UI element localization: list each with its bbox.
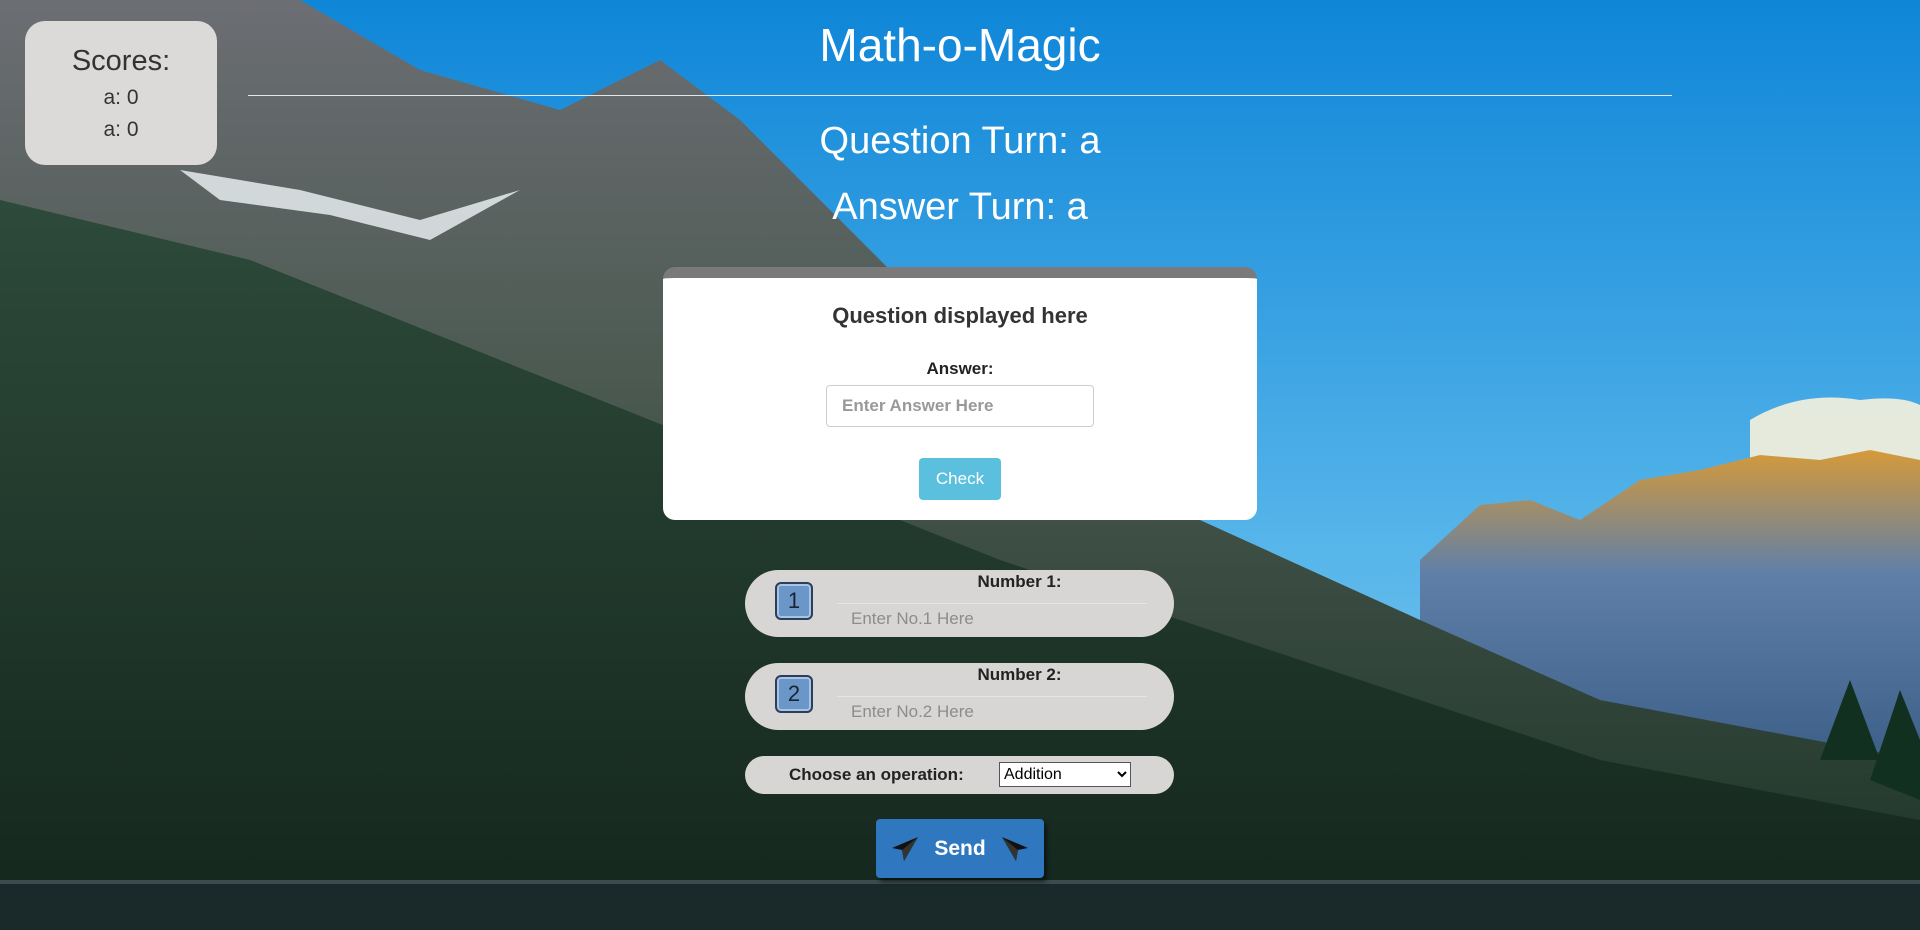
- send-label: Send: [934, 836, 986, 860]
- operation-select[interactable]: Addition: [999, 762, 1131, 787]
- paper-plane-icon: [1001, 836, 1028, 861]
- number1-input[interactable]: [837, 603, 1147, 633]
- answer-label: Answer:: [926, 359, 994, 378]
- number1-group: 1 Number 1:: [745, 570, 1174, 637]
- operation-label: Choose an operation:: [789, 765, 964, 784]
- number2-group: 2 Number 2:: [745, 663, 1174, 730]
- number2-label: Number 2:: [977, 665, 1062, 684]
- score-row: a: 0: [103, 86, 139, 109]
- page-title: Math-o-Magic: [819, 19, 1101, 71]
- answer-turn-text: Answer Turn: a: [832, 186, 1088, 228]
- send-button[interactable]: Send: [876, 819, 1044, 878]
- number1-badge-icon: 1: [775, 582, 813, 620]
- question-turn-text: Question Turn: a: [819, 120, 1101, 162]
- paper-plane-icon: [892, 836, 919, 861]
- question-card: Question displayed here Answer: Check: [663, 267, 1257, 520]
- answer-input[interactable]: [826, 385, 1094, 427]
- header-divider: [248, 95, 1672, 96]
- check-button[interactable]: Check: [919, 458, 1001, 500]
- number1-label: Number 1:: [977, 572, 1062, 591]
- number2-input[interactable]: [837, 696, 1147, 726]
- operation-group: Choose an operation: Addition: [745, 756, 1174, 794]
- question-text: Question displayed here: [832, 303, 1088, 328]
- number2-badge-icon: 2: [775, 675, 813, 713]
